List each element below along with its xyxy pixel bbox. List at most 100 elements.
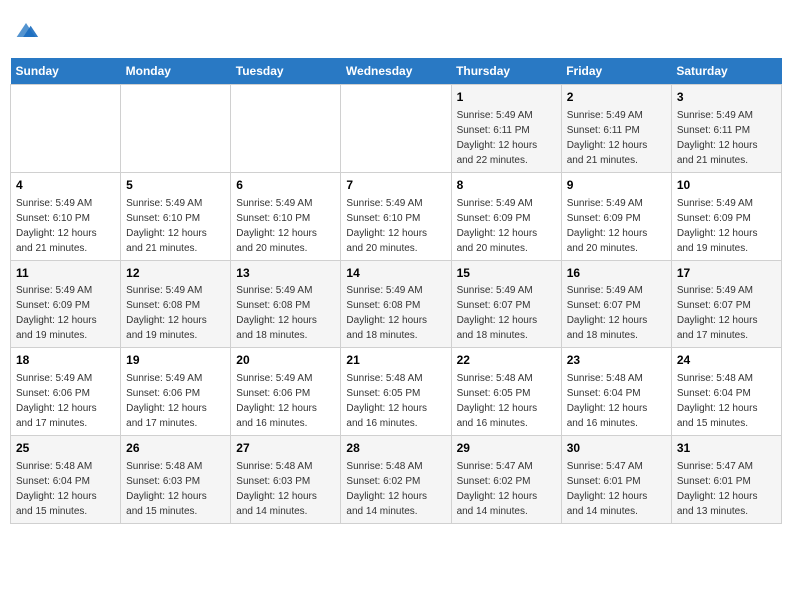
day-cell: 30Sunrise: 5:47 AM Sunset: 6:01 PM Dayli…: [561, 436, 671, 524]
day-cell: 20Sunrise: 5:49 AM Sunset: 6:06 PM Dayli…: [231, 348, 341, 436]
day-number: 29: [457, 440, 556, 457]
day-info: Sunrise: 5:48 AM Sunset: 6:04 PM Dayligh…: [16, 461, 97, 517]
day-cell: 19 Sunrise: 5:49 AM Sunset: 6:06 PM Dayli…: [121, 348, 231, 436]
day-info: Sunrise: 5:49 AM Sunset: 6:09 PM Dayligh…: [677, 198, 758, 254]
day-info: Sunrise: 5:49 AM Sunset: 6:10 PM Dayligh…: [126, 198, 207, 254]
logo-text: [10, 16, 40, 44]
day-info: Sunrise: 5:49 AM Sunset: 6:08 PM Dayligh…: [236, 285, 317, 341]
day-info: Sunrise: 5:49 AM Sunset: 6:11 PM Dayligh…: [567, 110, 648, 166]
day-info: Sunrise: 5:49 AM Sunset: 6:10 PM Dayligh…: [236, 198, 317, 254]
day-cell: 26Sunrise: 5:48 AM Sunset: 6:03 PM Dayli…: [121, 436, 231, 524]
day-cell: 24 Sunrise: 5:48 AM Sunset: 6:04 PM Dayli…: [671, 348, 781, 436]
day-info: Sunrise: 5:48 AM Sunset: 6:05 PM Dayligh…: [457, 373, 538, 429]
week-row-5: 25 Sunrise: 5:48 AM Sunset: 6:04 PM Dayli…: [11, 436, 782, 524]
day-number: 15: [457, 265, 556, 282]
day-number: 7: [346, 177, 445, 194]
day-info: Sunrise: 5:49 AM Sunset: 6:08 PM Dayligh…: [346, 285, 427, 341]
header-thursday: Thursday: [451, 58, 561, 85]
day-number: 4: [16, 177, 115, 194]
day-info: Sunrise: 5:48 AM Sunset: 6:03 PM Dayligh…: [126, 461, 207, 517]
day-info: Sunrise: 5:48 AM Sunset: 6:03 PM Dayligh…: [236, 461, 317, 517]
day-number: 31: [677, 440, 776, 457]
day-cell: 27 Sunrise: 5:48 AM Sunset: 6:03 PM Dayli…: [231, 436, 341, 524]
day-info: Sunrise: 5:48 AM Sunset: 6:04 PM Dayligh…: [567, 373, 648, 429]
day-info: Sunrise: 5:49 AM Sunset: 6:10 PM Dayligh…: [346, 198, 427, 254]
day-info: Sunrise: 5:49 AM Sunset: 6:09 PM Dayligh…: [457, 198, 538, 254]
day-number: 12: [126, 265, 225, 282]
day-info: Sunrise: 5:48 AM Sunset: 6:02 PM Dayligh…: [346, 461, 427, 517]
week-row-4: 18 Sunrise: 5:49 AM Sunset: 6:06 PM Dayli…: [11, 348, 782, 436]
day-info: Sunrise: 5:49 AM Sunset: 6:07 PM Dayligh…: [567, 285, 648, 341]
day-number: 28: [346, 440, 445, 457]
day-info: Sunrise: 5:49 AM Sunset: 6:06 PM Dayligh…: [16, 373, 97, 429]
day-info: Sunrise: 5:48 AM Sunset: 6:04 PM Dayligh…: [677, 373, 758, 429]
day-info: Sunrise: 5:49 AM Sunset: 6:06 PM Dayligh…: [126, 373, 207, 429]
logo: [10, 10, 40, 50]
day-number: 25: [16, 440, 115, 457]
header: [10, 10, 782, 50]
day-info: Sunrise: 5:49 AM Sunset: 6:07 PM Dayligh…: [457, 285, 538, 341]
day-number: 8: [457, 177, 556, 194]
day-cell: 3 Sunrise: 5:49 AM Sunset: 6:11 PM Daylig…: [671, 85, 781, 173]
day-info: Sunrise: 5:48 AM Sunset: 6:05 PM Dayligh…: [346, 373, 427, 429]
day-cell: 6Sunrise: 5:49 AM Sunset: 6:10 PM Daylig…: [231, 172, 341, 260]
day-info: Sunrise: 5:49 AM Sunset: 6:07 PM Dayligh…: [677, 285, 758, 341]
week-row-3: 11Sunrise: 5:49 AM Sunset: 6:09 PM Dayli…: [11, 260, 782, 348]
day-cell: 9 Sunrise: 5:49 AM Sunset: 6:09 PM Daylig…: [561, 172, 671, 260]
day-cell: [231, 85, 341, 173]
day-info: Sunrise: 5:49 AM Sunset: 6:11 PM Dayligh…: [677, 110, 758, 166]
day-cell: 10Sunrise: 5:49 AM Sunset: 6:09 PM Dayli…: [671, 172, 781, 260]
day-cell: [121, 85, 231, 173]
day-info: Sunrise: 5:49 AM Sunset: 6:11 PM Dayligh…: [457, 110, 538, 166]
day-cell: 4 Sunrise: 5:49 AM Sunset: 6:10 PM Daylig…: [11, 172, 121, 260]
day-cell: 8 Sunrise: 5:49 AM Sunset: 6:09 PM Daylig…: [451, 172, 561, 260]
day-number: 19: [126, 352, 225, 369]
day-cell: 23 Sunrise: 5:48 AM Sunset: 6:04 PM Dayli…: [561, 348, 671, 436]
header-saturday: Saturday: [671, 58, 781, 85]
day-cell: 14 Sunrise: 5:49 AM Sunset: 6:08 PM Dayli…: [341, 260, 451, 348]
header-monday: Monday: [121, 58, 231, 85]
day-number: 18: [16, 352, 115, 369]
header-row: SundayMondayTuesdayWednesdayThursdayFrid…: [11, 58, 782, 85]
day-cell: 1Sunrise: 5:49 AM Sunset: 6:11 PM Daylig…: [451, 85, 561, 173]
header-tuesday: Tuesday: [231, 58, 341, 85]
day-cell: 21 Sunrise: 5:48 AM Sunset: 6:05 PM Dayli…: [341, 348, 451, 436]
day-number: 9: [567, 177, 666, 194]
day-number: 5: [126, 177, 225, 194]
day-number: 2: [567, 89, 666, 106]
day-number: 21: [346, 352, 445, 369]
day-info: Sunrise: 5:49 AM Sunset: 6:09 PM Dayligh…: [567, 198, 648, 254]
day-cell: [341, 85, 451, 173]
day-cell: 25 Sunrise: 5:48 AM Sunset: 6:04 PM Dayli…: [11, 436, 121, 524]
day-number: 22: [457, 352, 556, 369]
day-cell: [11, 85, 121, 173]
day-number: 11: [16, 265, 115, 282]
day-number: 17: [677, 265, 776, 282]
calendar-table: SundayMondayTuesdayWednesdayThursdayFrid…: [10, 58, 782, 524]
day-info: Sunrise: 5:47 AM Sunset: 6:01 PM Dayligh…: [567, 461, 648, 517]
logo-icon: [12, 16, 40, 44]
day-number: 20: [236, 352, 335, 369]
day-cell: 17 Sunrise: 5:49 AM Sunset: 6:07 PM Dayli…: [671, 260, 781, 348]
header-wednesday: Wednesday: [341, 58, 451, 85]
week-row-1: 1Sunrise: 5:49 AM Sunset: 6:11 PM Daylig…: [11, 85, 782, 173]
day-cell: 12Sunrise: 5:49 AM Sunset: 6:08 PM Dayli…: [121, 260, 231, 348]
day-info: Sunrise: 5:47 AM Sunset: 6:02 PM Dayligh…: [457, 461, 538, 517]
day-number: 23: [567, 352, 666, 369]
day-info: Sunrise: 5:49 AM Sunset: 6:10 PM Dayligh…: [16, 198, 97, 254]
day-cell: 5 Sunrise: 5:49 AM Sunset: 6:10 PM Daylig…: [121, 172, 231, 260]
day-cell: 11Sunrise: 5:49 AM Sunset: 6:09 PM Dayli…: [11, 260, 121, 348]
day-cell: 16Sunrise: 5:49 AM Sunset: 6:07 PM Dayli…: [561, 260, 671, 348]
day-cell: 28 Sunrise: 5:48 AM Sunset: 6:02 PM Dayli…: [341, 436, 451, 524]
day-number: 27: [236, 440, 335, 457]
day-number: 24: [677, 352, 776, 369]
day-cell: 29 Sunrise: 5:47 AM Sunset: 6:02 PM Dayli…: [451, 436, 561, 524]
day-number: 3: [677, 89, 776, 106]
day-cell: 22 Sunrise: 5:48 AM Sunset: 6:05 PM Dayli…: [451, 348, 561, 436]
header-friday: Friday: [561, 58, 671, 85]
day-cell: 2 Sunrise: 5:49 AM Sunset: 6:11 PM Daylig…: [561, 85, 671, 173]
header-sunday: Sunday: [11, 58, 121, 85]
day-number: 14: [346, 265, 445, 282]
day-number: 13: [236, 265, 335, 282]
day-cell: 7 Sunrise: 5:49 AM Sunset: 6:10 PM Daylig…: [341, 172, 451, 260]
